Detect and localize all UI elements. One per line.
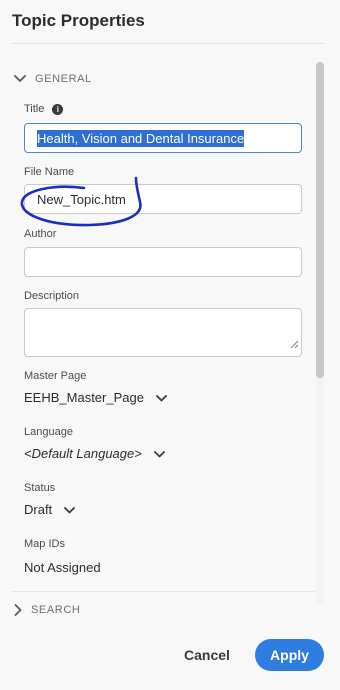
chevron-down-icon [153, 446, 165, 461]
title-label-row: Title i [24, 103, 64, 115]
status-label: Status [24, 482, 55, 494]
chevron-down-icon [156, 390, 167, 405]
status-value: Draft [24, 502, 53, 517]
author-label: Author [24, 228, 56, 240]
description-field[interactable] [24, 308, 302, 357]
status-label-text: Status [24, 482, 56, 494]
filename-field[interactable]: New_Topic.htm [24, 184, 302, 214]
panel-title: Topic Properties [12, 11, 145, 30]
title-label: Title [24, 103, 45, 115]
filename-label: File Name [24, 166, 74, 178]
filename-value: New_Topic.htm [37, 191, 126, 207]
section-search-label: SEARCH [31, 604, 81, 616]
title-field[interactable]: Health, Vision and Dental Insurance [24, 123, 302, 153]
master-page-value: EEHB_Master_Page [24, 390, 144, 405]
title-selected-text: Health, Vision and Dental Insurance [37, 129, 245, 147]
map-ids-label-text: Map IDs [24, 538, 65, 550]
section-search-header[interactable]: SEARCH [14, 604, 80, 616]
language-dropdown[interactable]: <Default Language> [24, 446, 165, 461]
cancel-button[interactable]: Cancel [176, 640, 238, 670]
info-icon[interactable]: i [52, 103, 64, 115]
description-label-text: Description [24, 290, 80, 302]
resize-grip-icon[interactable] [290, 336, 299, 354]
chevron-down-icon [64, 502, 76, 517]
description-label: Description [24, 290, 79, 302]
filename-label-text: File Name [24, 166, 75, 178]
map-ids-label: Map IDs [24, 538, 65, 550]
section-general-header[interactable]: GENERAL [14, 73, 92, 85]
status-dropdown[interactable]: Draft [24, 502, 76, 517]
author-field[interactable] [24, 247, 302, 277]
master-page-label-text: Master Page [24, 370, 87, 382]
language-value: <Default Language> [24, 446, 142, 461]
language-label-text: Language [24, 426, 73, 438]
scrollbar-thumb[interactable] [316, 62, 324, 378]
master-page-label: Master Page [24, 370, 86, 382]
apply-button[interactable]: Apply [255, 639, 324, 671]
language-label: Language [24, 426, 73, 438]
chevron-right-icon [14, 604, 22, 616]
chevron-down-icon [14, 75, 26, 83]
master-page-dropdown[interactable]: EEHB_Master_Page [24, 390, 167, 405]
section-divider [12, 591, 315, 592]
author-label-text: Author [24, 228, 57, 240]
section-general-label: GENERAL [35, 73, 92, 85]
map-ids-value: Not Assigned [24, 560, 101, 575]
title-divider [12, 43, 324, 44]
